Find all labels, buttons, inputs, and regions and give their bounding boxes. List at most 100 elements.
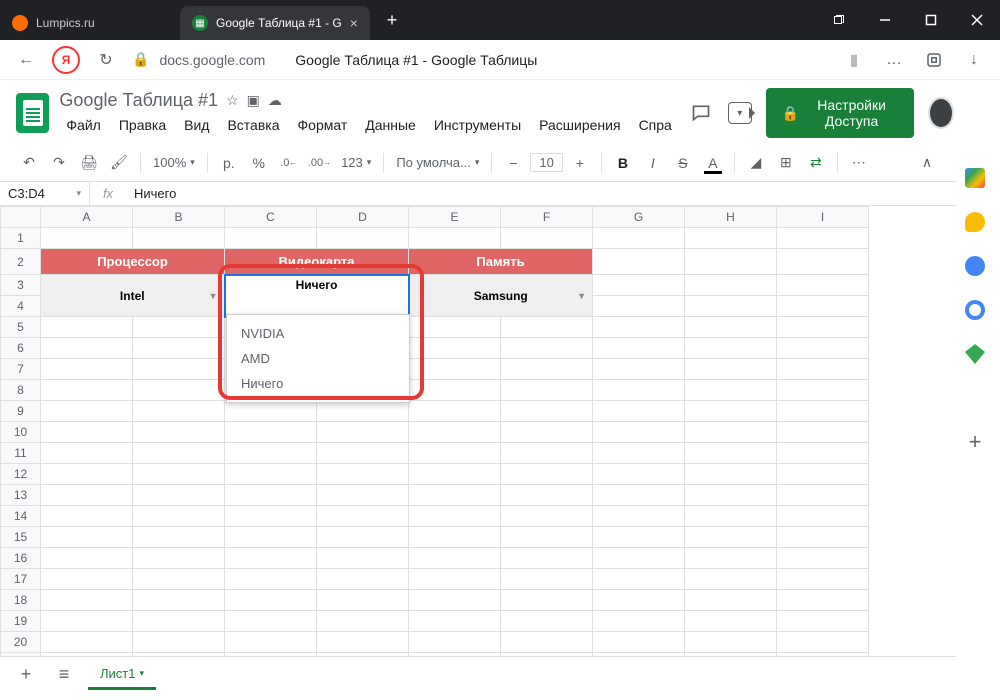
menu-view[interactable]: Вид [177, 113, 216, 137]
cell-reference-box[interactable]: C3:D4▾ [0, 182, 90, 205]
menu-data[interactable]: Данные [358, 113, 423, 137]
zoom-selector[interactable]: 100% ▾ [149, 155, 199, 170]
value-memory[interactable]: Samsung▼ [409, 275, 593, 317]
col-E[interactable]: E [409, 207, 501, 228]
header-videocard[interactable]: Видеокарта [225, 249, 409, 275]
select-all-corner[interactable] [1, 207, 41, 228]
menu-tools[interactable]: Инструменты [427, 113, 528, 137]
extensions-icon[interactable] [920, 46, 948, 74]
more-icon[interactable]: … [880, 46, 908, 74]
cloud-icon[interactable]: ☁ [268, 92, 282, 109]
row-9[interactable]: 9 [1, 401, 41, 422]
font-size-minus[interactable]: − [500, 150, 526, 176]
yandex-home-icon[interactable]: Я [52, 46, 80, 74]
row-4[interactable]: 4 [1, 296, 41, 317]
url-box[interactable]: 🔒 docs.google.com Google Таблица #1 - Go… [132, 51, 828, 68]
collapse-toolbar-button[interactable]: ∧ [914, 150, 940, 176]
row-5[interactable]: 5 [1, 317, 41, 338]
data-validation-dropdown[interactable]: NVIDIA AMD Ничего [226, 314, 410, 403]
row-2[interactable]: 2 [1, 249, 41, 275]
row-6[interactable]: 6 [1, 338, 41, 359]
col-D[interactable]: D [317, 207, 409, 228]
col-H[interactable]: H [685, 207, 777, 228]
maps-icon[interactable] [965, 344, 985, 364]
sheet-tab-1[interactable]: Лист1 ▾ [88, 660, 156, 690]
font-selector[interactable]: По умолча... ▾ [392, 155, 483, 170]
header-processor[interactable]: Процессор [41, 249, 225, 275]
tasks-icon[interactable] [965, 256, 985, 276]
all-sheets-button[interactable]: ≡ [50, 661, 78, 689]
col-C[interactable]: C [225, 207, 317, 228]
bookmark-icon[interactable]: ▮ [840, 46, 868, 74]
dec-increase-button[interactable]: .00→ [306, 150, 333, 176]
doc-title[interactable]: Google Таблица #1 [59, 90, 218, 111]
dropdown-arrow-icon[interactable]: ▼ [209, 291, 218, 301]
keep-icon[interactable] [965, 212, 985, 232]
download-icon[interactable]: ↓ [960, 46, 988, 74]
browser-tab-1[interactable]: Lumpics.ru [0, 6, 180, 40]
text-color-button[interactable]: A [700, 150, 726, 176]
row-17[interactable]: 17 [1, 569, 41, 590]
font-size-plus[interactable]: + [567, 150, 593, 176]
paint-format-button[interactable]: 🖌 [106, 150, 132, 176]
tab-close-icon[interactable]: × [350, 15, 358, 31]
row-11[interactable]: 11 [1, 443, 41, 464]
currency-button[interactable]: p. [216, 150, 242, 176]
nav-reload-button[interactable]: ↻ [92, 46, 120, 74]
merge-button[interactable]: ⇄ [803, 150, 829, 176]
contacts-icon[interactable] [965, 300, 985, 320]
value-processor[interactable]: Intel▼ [41, 275, 225, 317]
dropdown-option-2[interactable]: AMD [227, 346, 409, 371]
percent-button[interactable]: % [246, 150, 272, 176]
row-19[interactable]: 19 [1, 611, 41, 632]
col-G[interactable]: G [593, 207, 685, 228]
calendar-icon[interactable] [965, 168, 985, 188]
dropdown-option-3[interactable]: Ничего [227, 371, 409, 396]
add-sheet-button[interactable]: + [12, 661, 40, 689]
window-close-button[interactable] [954, 0, 1000, 40]
row-8[interactable]: 8 [1, 380, 41, 401]
nav-back-button[interactable]: ← [12, 46, 40, 74]
header-memory[interactable]: Память [409, 249, 593, 275]
col-I[interactable]: I [777, 207, 869, 228]
borders-button[interactable]: ⊞ [773, 150, 799, 176]
browser-tab-2[interactable]: ▦ Google Таблица #1 - G × [180, 6, 370, 40]
row-12[interactable]: 12 [1, 464, 41, 485]
strike-button[interactable]: S [670, 150, 696, 176]
col-B[interactable]: B [133, 207, 225, 228]
number-format-button[interactable]: 123 ▾ [337, 155, 375, 170]
fill-color-button[interactable]: ◢ [743, 150, 769, 176]
row-16[interactable]: 16 [1, 548, 41, 569]
window-minimize-button[interactable] [862, 0, 908, 40]
new-tab-button[interactable]: + [378, 6, 406, 34]
row-15[interactable]: 15 [1, 527, 41, 548]
menu-edit[interactable]: Правка [112, 113, 173, 137]
meet-icon[interactable]: ▾ [728, 102, 752, 124]
col-F[interactable]: F [501, 207, 593, 228]
row-7[interactable]: 7 [1, 359, 41, 380]
formula-input[interactable]: Ничего [126, 186, 184, 201]
menu-file[interactable]: Файл [59, 113, 107, 137]
col-A[interactable]: A [41, 207, 133, 228]
comment-history-icon[interactable] [689, 97, 714, 129]
row-13[interactable]: 13 [1, 485, 41, 506]
bold-button[interactable]: B [610, 150, 636, 176]
move-icon[interactable]: ▣ [247, 92, 260, 109]
row-14[interactable]: 14 [1, 506, 41, 527]
dec-decrease-button[interactable]: .0← [276, 150, 302, 176]
star-icon[interactable]: ☆ [226, 92, 239, 109]
share-button[interactable]: 🔒 Настройки Доступа [766, 88, 915, 138]
print-button[interactable]: 🖨 [76, 150, 102, 176]
window-maximize-button[interactable] [908, 0, 954, 40]
redo-button[interactable]: ↷ [46, 150, 72, 176]
menu-format[interactable]: Формат [291, 113, 355, 137]
undo-button[interactable]: ↶ [16, 150, 42, 176]
row-1[interactable]: 1 [1, 228, 41, 249]
user-avatar[interactable] [928, 97, 954, 129]
sheets-logo-icon[interactable] [16, 93, 49, 133]
grid-table[interactable]: A B C D E F G H I 1 2 Процессор Видеокар… [0, 206, 869, 674]
font-size-input[interactable]: 10 [530, 153, 562, 172]
value-videocard[interactable]: Ничего [225, 275, 409, 317]
tabs-menu-icon[interactable] [816, 0, 862, 40]
row-3[interactable]: 3 [1, 275, 41, 296]
